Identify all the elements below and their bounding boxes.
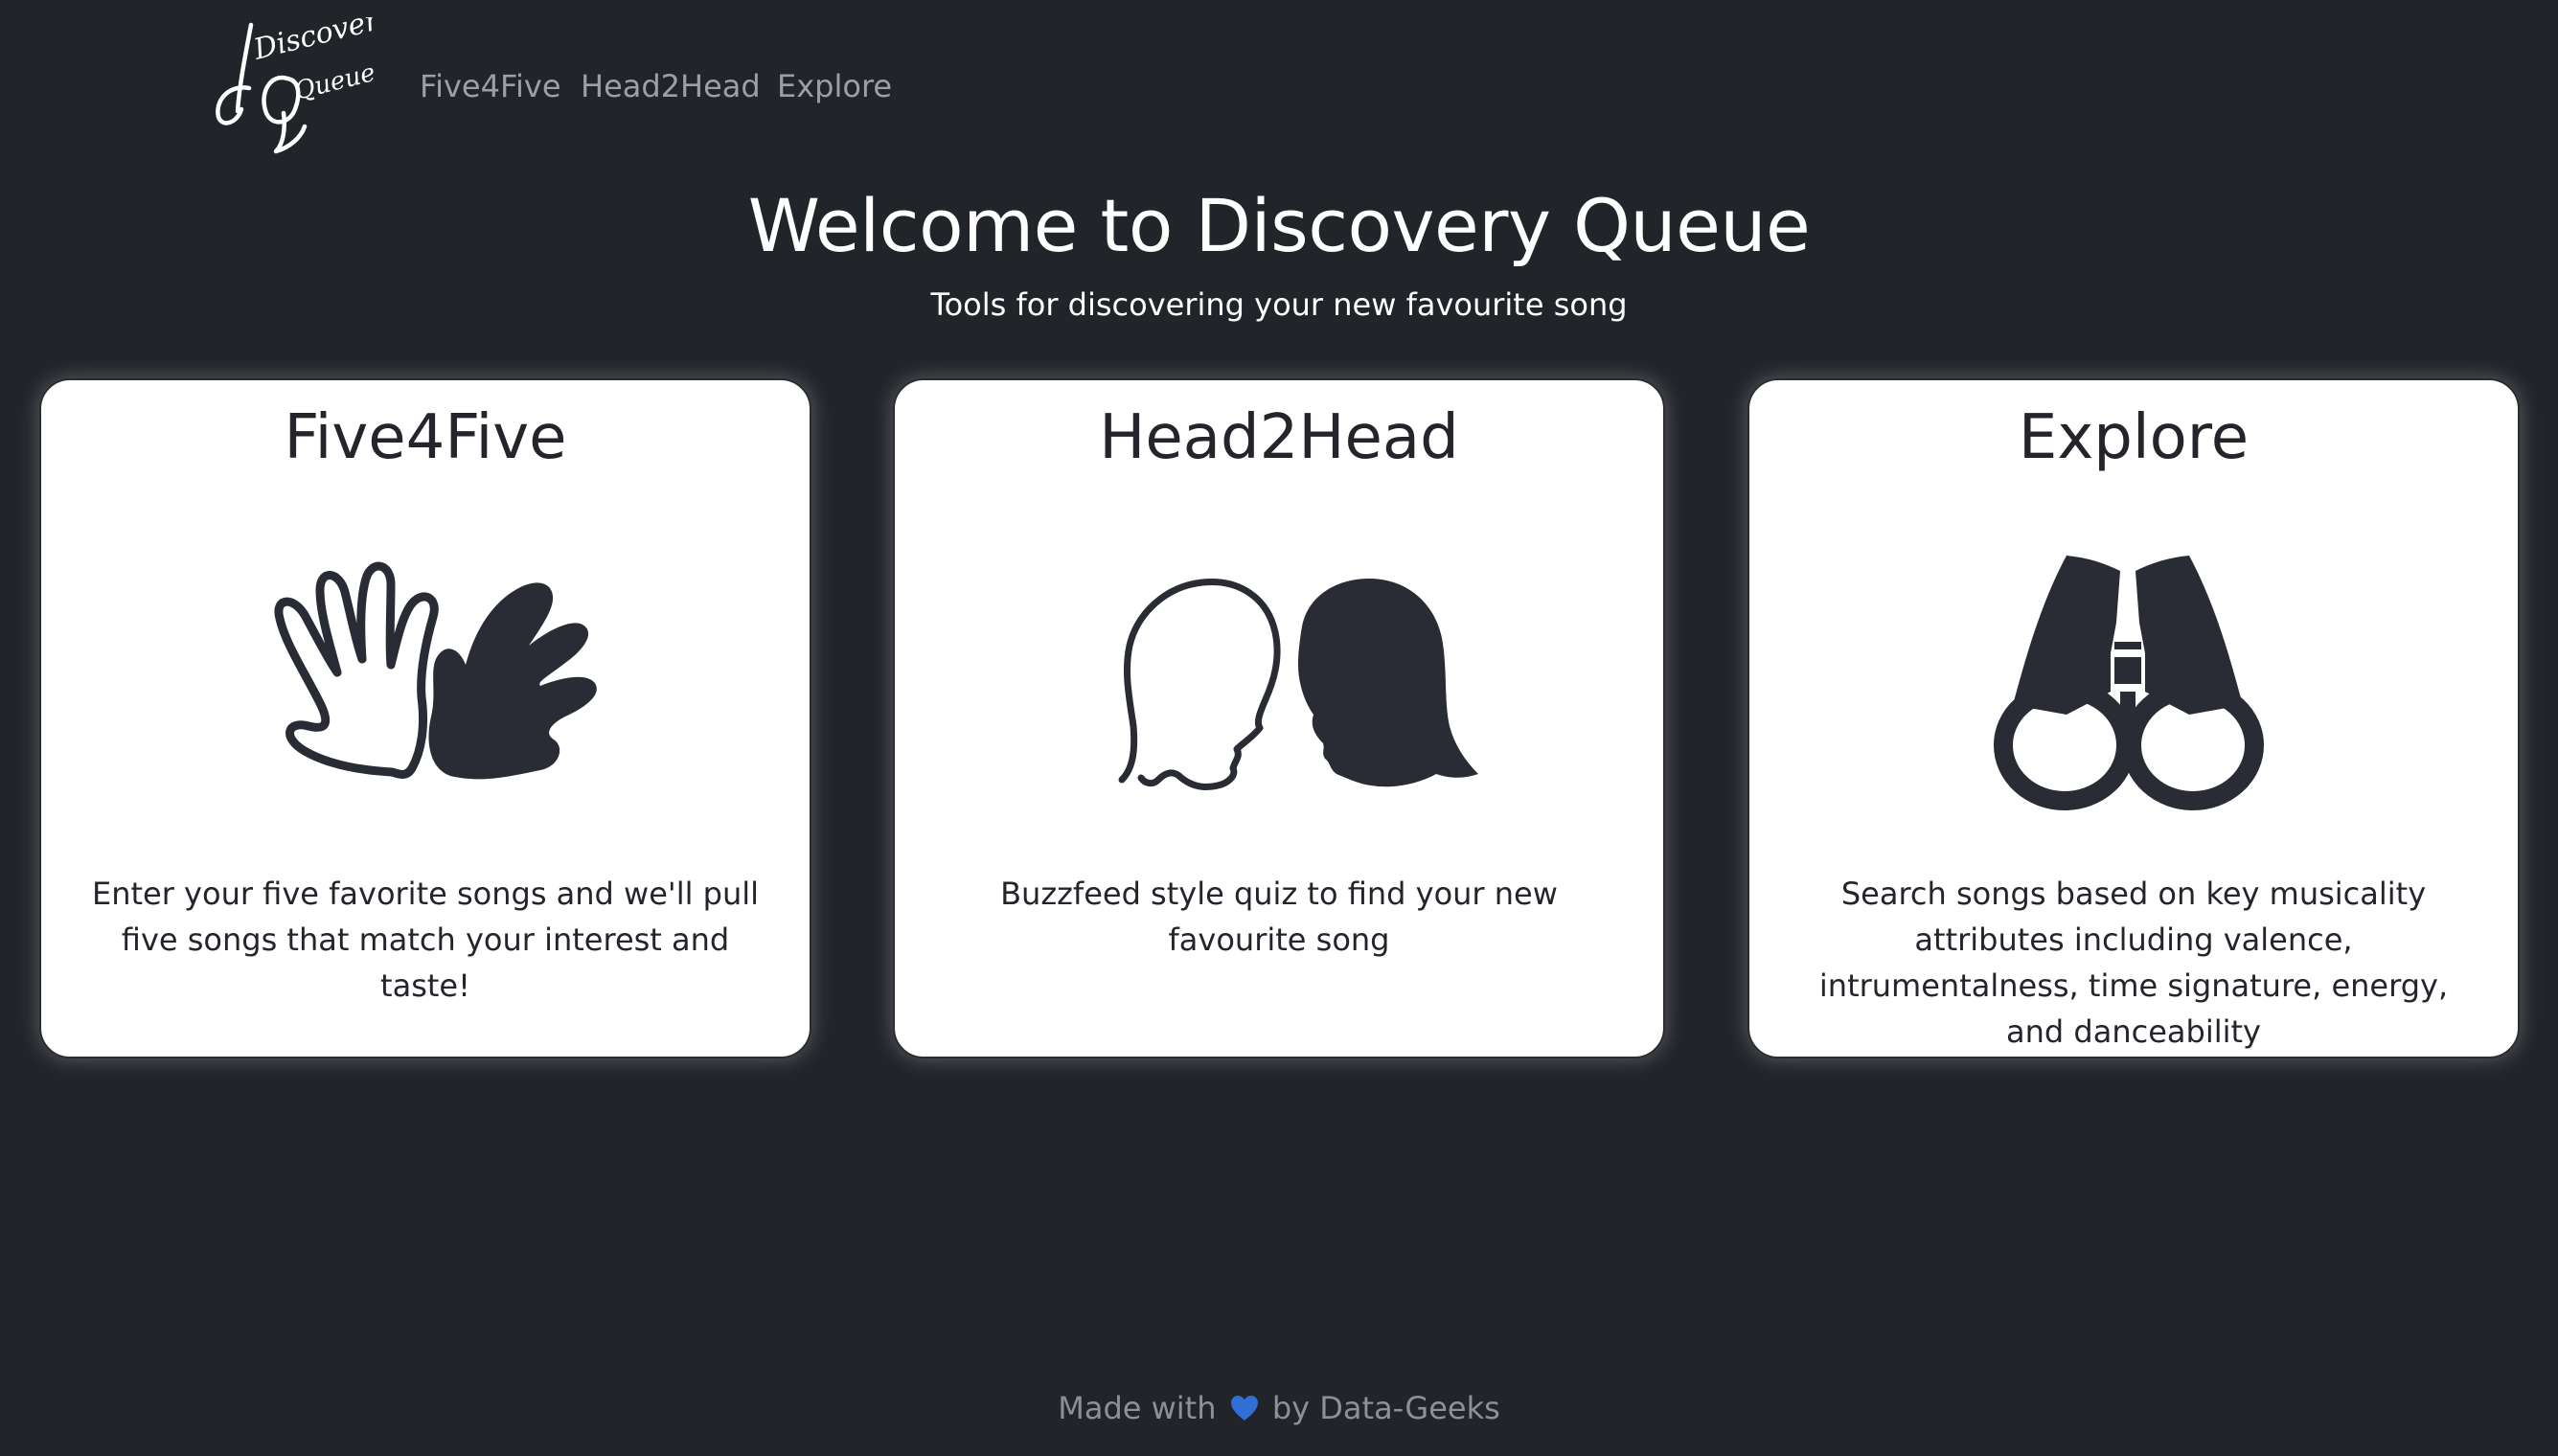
footer: Made with by Data-Geeks	[0, 1387, 2558, 1429]
explore-card[interactable]: Explore Search songs based on key musica…	[1747, 378, 2520, 1058]
five4five-card[interactable]: Five4Five Enter your five favorite songs…	[39, 378, 811, 1058]
discovery-queue-logo-icon: Discovery Queue	[216, 0, 399, 154]
page-title: Welcome to Discovery Queue	[747, 183, 1811, 268]
page-subtitle: Tools for discovering your new favourite…	[930, 286, 1628, 323]
card-description: Buzzfeed style quiz to find your new fav…	[1000, 876, 1558, 958]
card-title: Explore	[2018, 402, 2250, 473]
brand-logo[interactable]: Discovery Queue	[209, 0, 399, 157]
footer-prefix: Made with	[1058, 1390, 1217, 1426]
blue-heart-icon	[1230, 1395, 1259, 1422]
hands-icon	[224, 538, 627, 826]
nav-link-explore[interactable]: Explore	[777, 65, 892, 107]
card-description: Search songs based on key musicality att…	[1818, 876, 2449, 1050]
head2head-card[interactable]: Head2Head Buzzfeed style quiz to find yo…	[893, 378, 1665, 1058]
heads-icon	[1078, 538, 1480, 826]
binoculars-icon	[1932, 538, 2335, 826]
nav-link-head2head[interactable]: Head2Head	[581, 65, 761, 107]
card-description: Enter your five favorite songs and we'll…	[91, 876, 760, 1004]
logo-text-discovery: Discovery	[249, 17, 374, 67]
logo-text-queue: Queue	[291, 58, 374, 106]
top-navbar: Discovery Queue Five4Five Head2Head Expl…	[0, 0, 2558, 172]
footer-suffix: by Data-Geeks	[1271, 1390, 1500, 1426]
card-title: Five4Five	[284, 402, 567, 473]
card-title: Head2Head	[1099, 402, 1459, 473]
nav-link-five4five[interactable]: Five4Five	[420, 65, 561, 107]
